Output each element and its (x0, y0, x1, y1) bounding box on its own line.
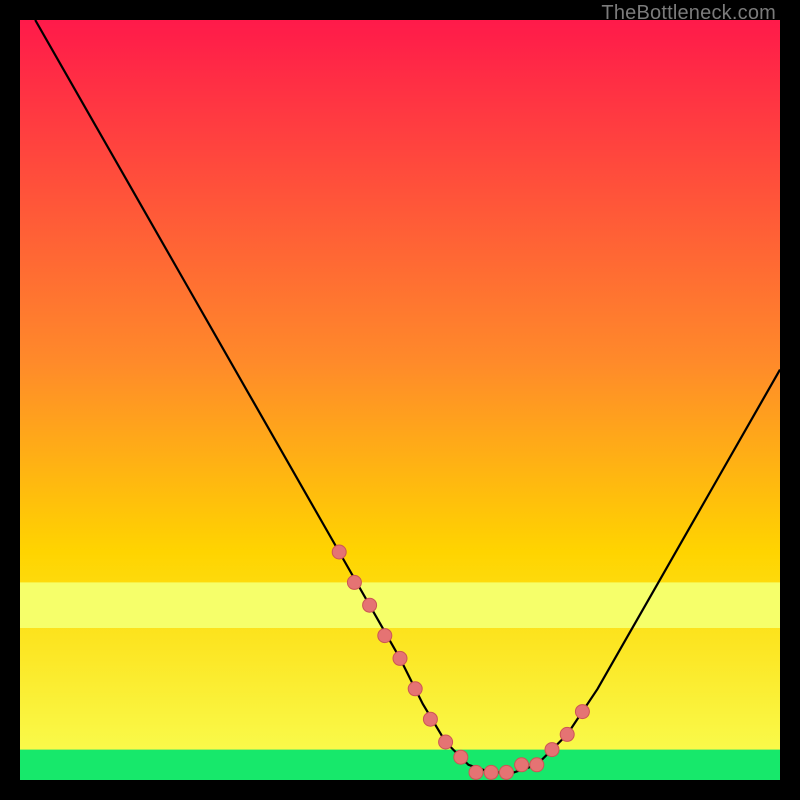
chart-frame (20, 20, 780, 780)
marker-point (378, 629, 392, 643)
marker-point (439, 735, 453, 749)
marker-point (499, 765, 513, 779)
gradient-background (20, 20, 780, 780)
marker-point (530, 758, 544, 772)
chart-svg (20, 20, 780, 780)
marker-point (408, 682, 422, 696)
marker-point (363, 598, 377, 612)
green-band (20, 750, 780, 780)
marker-point (560, 727, 574, 741)
marker-point (545, 743, 559, 757)
marker-point (469, 765, 483, 779)
marker-point (484, 765, 498, 779)
marker-point (515, 758, 529, 772)
marker-point (347, 575, 361, 589)
yellow-band (20, 582, 780, 628)
marker-point (423, 712, 437, 726)
marker-point (393, 651, 407, 665)
marker-point (454, 750, 468, 764)
marker-point (332, 545, 346, 559)
marker-point (575, 705, 589, 719)
